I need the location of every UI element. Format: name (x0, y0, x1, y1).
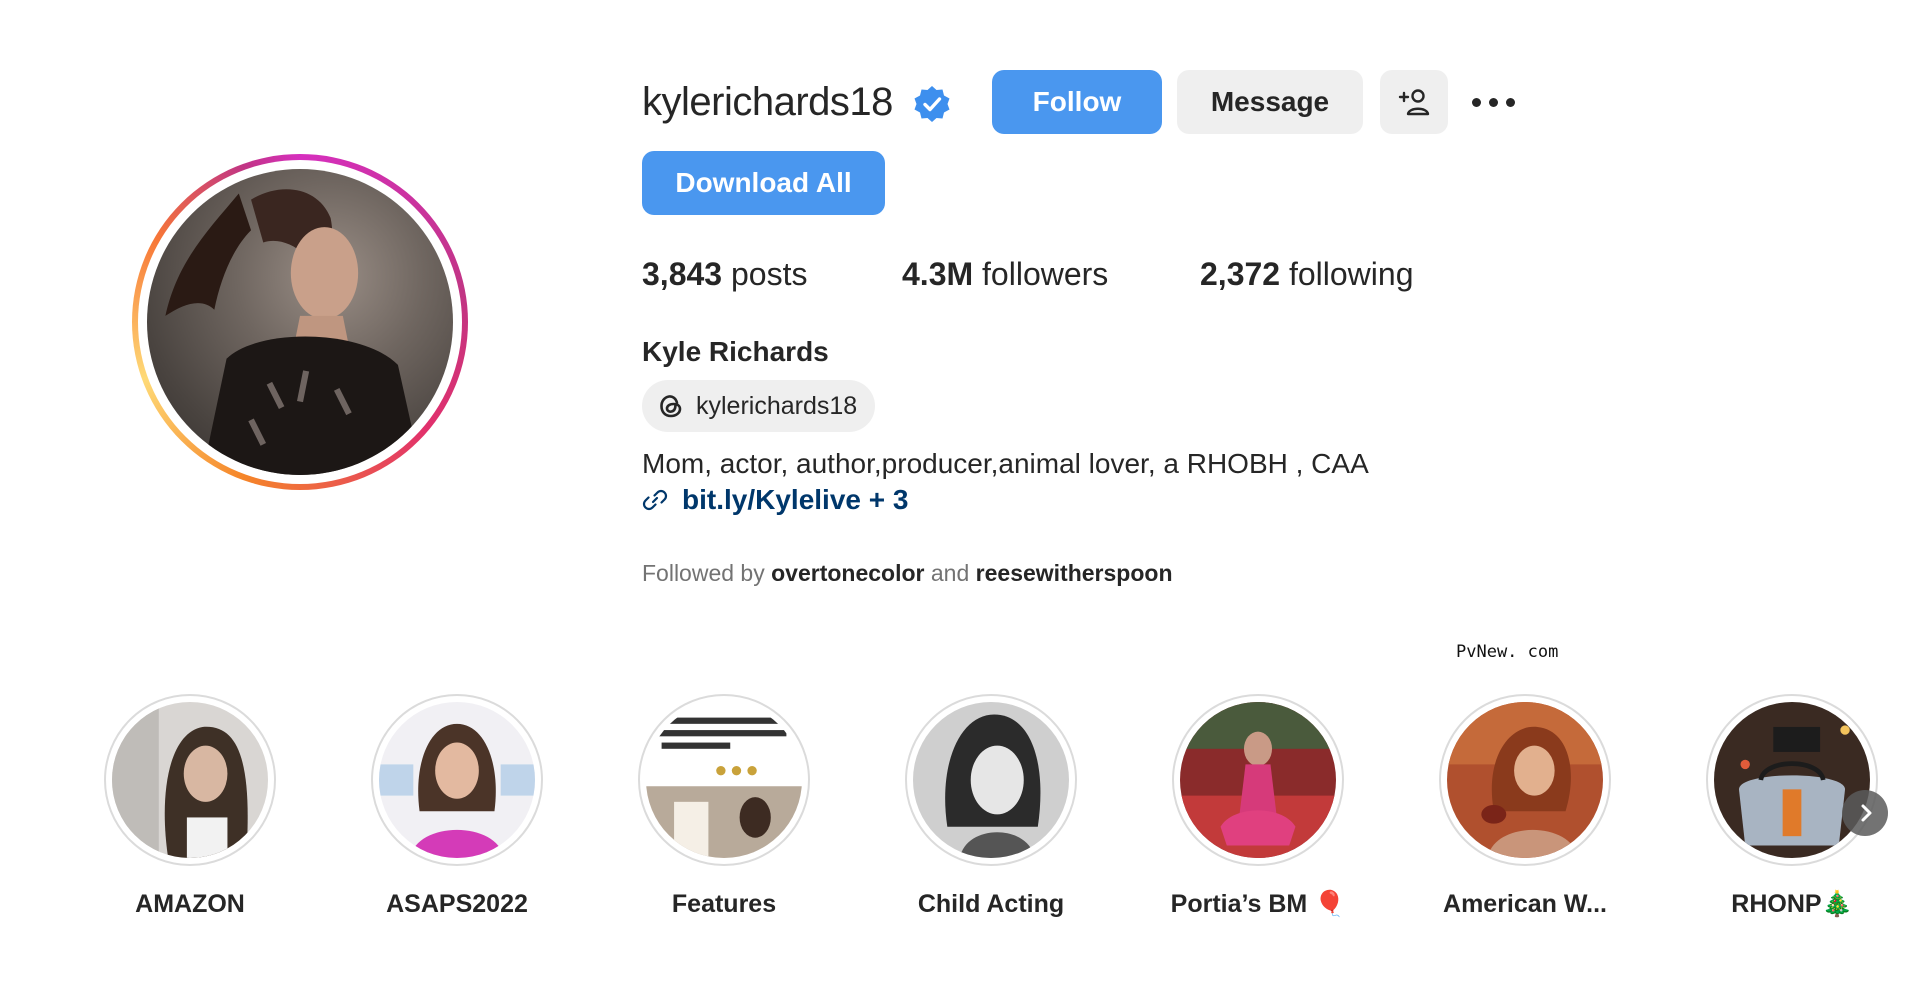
highlight-cover (1714, 702, 1870, 858)
threads-icon (660, 395, 682, 418)
profile-avatar[interactable] (132, 154, 468, 490)
download-all-button[interactable]: Download All (642, 151, 885, 215)
highlight-cover (646, 702, 802, 858)
story-highlight[interactable]: ASAPS2022 (337, 694, 577, 920)
highlight-label: Portia’s BM 🎈 (1170, 890, 1346, 918)
highlight-label: RHONP🎄 (1731, 890, 1853, 918)
link-icon (642, 489, 668, 511)
threads-badge[interactable]: kylerichards18 (642, 380, 876, 432)
suggested-accounts-button[interactable] (1380, 70, 1448, 134)
avatar-photo (147, 169, 453, 475)
story-highlight[interactable]: Portia’s BM 🎈 (1138, 694, 1378, 920)
following-count[interactable]: 2,372 following (1200, 254, 1413, 294)
story-highlight[interactable]: Child Acting (871, 694, 1111, 920)
bio-text: Mom, actor, author,producer,animal lover… (642, 448, 1369, 479)
highlight-cover (112, 702, 268, 858)
chevron-right-icon (1861, 804, 1872, 822)
profile-page: kylerichards18 Follow Message Download A… (0, 0, 1920, 993)
followed-by: Followed by overtonecolor and reesewithe… (642, 560, 1173, 586)
highlight-label: AMAZON (135, 890, 245, 918)
watermark-text: PvNew. com (1456, 642, 1559, 662)
highlight-label: ASAPS2022 (386, 890, 528, 918)
bio-link[interactable]: bit.ly/Kylelive + 3 (642, 482, 908, 518)
bio-link-text: bit.ly/Kylelive + 3 (682, 484, 909, 515)
highlight-cover (1447, 702, 1603, 858)
profile-full-name: Kyle Richards (642, 336, 829, 367)
story-highlight[interactable]: Features (604, 694, 844, 920)
posts-count[interactable]: 3,843 posts (642, 254, 807, 294)
more-options-icon[interactable] (1470, 86, 1518, 118)
highlight-cover (1180, 702, 1336, 858)
highlight-label: Features (671, 890, 777, 918)
profile-username: kylerichards18 (642, 80, 893, 124)
highlight-cover (379, 702, 535, 858)
add-user-icon (1398, 89, 1430, 116)
highlight-cover (913, 702, 1069, 858)
message-button[interactable]: Message (1177, 70, 1363, 134)
verified-badge-icon (914, 86, 950, 122)
mutual-follower-link[interactable]: reesewitherspoon (976, 560, 1173, 586)
highlight-label: American W... (1443, 890, 1607, 918)
highlights-next-button[interactable] (1842, 790, 1888, 836)
story-highlight[interactable]: AMAZON (70, 694, 310, 920)
threads-handle: kylerichards18 (696, 391, 858, 420)
follow-button[interactable]: Follow (992, 70, 1162, 134)
story-highlight[interactable]: American W... (1405, 694, 1645, 920)
mutual-follower-link[interactable]: overtonecolor (771, 560, 924, 586)
highlight-label: Child Acting (917, 890, 1065, 918)
followers-count[interactable]: 4.3M followers (902, 254, 1108, 294)
